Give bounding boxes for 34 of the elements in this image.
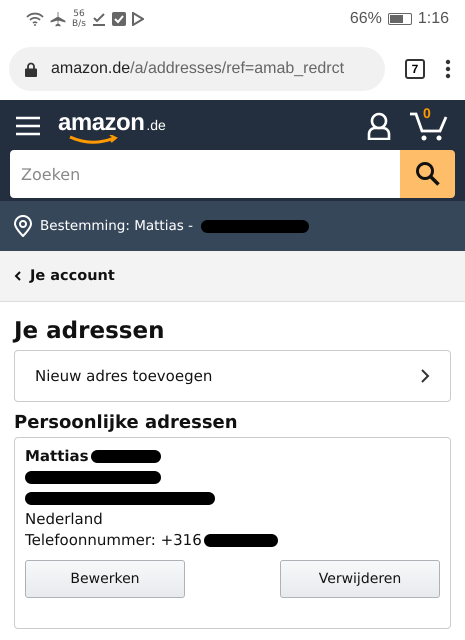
wifi-icon [26,12,44,26]
url-bar[interactable]: amazon.de/a/addresses/ref=amab_redrct [9,47,385,91]
lock-icon [25,62,37,76]
battery-percent: 66% [350,10,382,28]
address-country: Nederland [25,509,103,530]
chevron-left-icon [14,271,21,281]
speed-value: 56 [73,9,85,19]
search-icon [414,161,440,187]
clock-time: 1:16 [418,10,449,28]
battery-icon [388,13,412,25]
airplane-icon [50,11,66,27]
location-text[interactable]: Bestemming: Mattias - [40,218,193,234]
redaction-mark [90,450,161,463]
chevron-right-icon [421,369,430,383]
location-pin-icon [14,215,32,237]
amazon-logo[interactable]: amazon.de [58,109,166,143]
speed-unit: B/s [72,19,86,29]
account-icon[interactable] [367,112,391,140]
page-title: Je adressen [14,318,166,344]
address-phone: Telefoonnummer: +316 [25,530,202,551]
download-icon [92,12,106,26]
breadcrumb-link[interactable]: Je account [14,268,115,284]
section-title: Persoonlijke adressen [14,412,239,433]
play-store-icon [132,12,144,26]
more-icon[interactable] [445,59,451,79]
checkbox-icon [112,12,126,26]
address-name: Mattias [25,446,89,467]
add-address-row[interactable]: Nieuw adres toevoegen [14,350,451,402]
delete-button[interactable]: Verwijderen [280,560,440,598]
tab-count-button[interactable]: 7 [405,59,425,79]
edit-button[interactable]: Bewerken [25,560,185,598]
search-button[interactable] [400,150,455,198]
menu-icon[interactable] [16,116,40,136]
search-field[interactable]: Zoeken [10,150,400,198]
